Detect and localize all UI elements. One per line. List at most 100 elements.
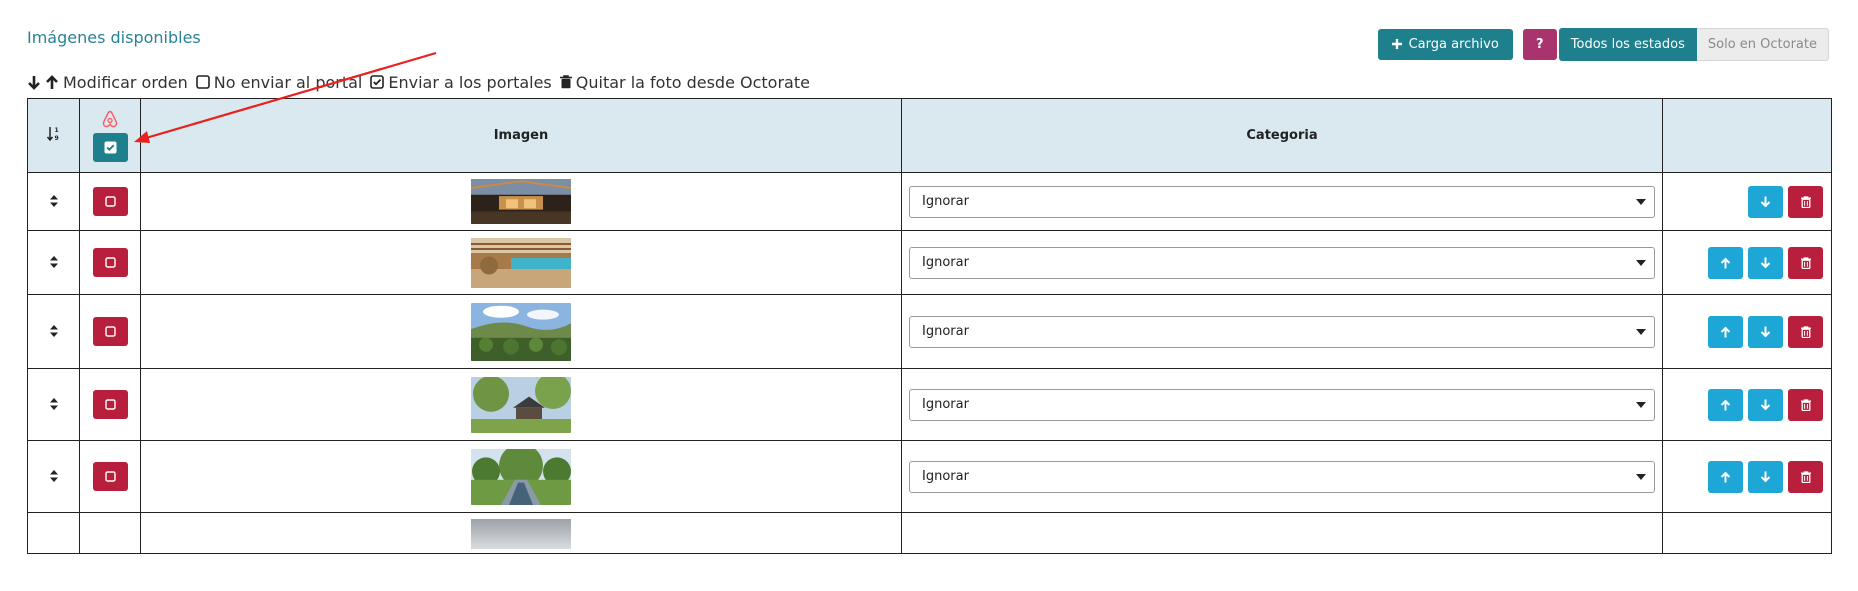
actions-cell (1662, 368, 1832, 441)
actions-cell (1662, 440, 1832, 513)
image-cell (140, 172, 902, 231)
category-cell: Ignorar (901, 294, 1663, 369)
move-up-button[interactable] (1708, 460, 1743, 493)
portal-checkbox-cell (79, 230, 141, 295)
square-icon (104, 399, 116, 410)
delete-photo-button[interactable] (1788, 185, 1823, 218)
arrow-up-icon (1720, 471, 1731, 482)
top-actions: Carga archivo ? Todos los estados Solo e… (1377, 27, 1829, 61)
drag-handle-cell[interactable] (27, 230, 80, 295)
trash-icon (1800, 195, 1811, 208)
legend-order: Modificar orden (27, 73, 188, 92)
legend-order-label: Modificar orden (63, 72, 188, 92)
category-select[interactable]: Ignorar (909, 185, 1655, 218)
move-up-button[interactable] (1708, 388, 1743, 421)
square-icon (104, 326, 116, 337)
image-cell (140, 368, 902, 441)
portal-checkbox[interactable] (92, 462, 128, 491)
category-select[interactable]: Ignorar (909, 246, 1655, 279)
category-select[interactable]: Ignorar (909, 388, 1655, 421)
sort-icon (49, 398, 58, 410)
sort-numeric-icon: 1 9 (46, 126, 58, 142)
move-up-button[interactable] (1708, 246, 1743, 279)
category-select-value: Ignorar (922, 194, 969, 209)
square-icon (195, 75, 210, 89)
thumbnail-rustic-pergola-evening (471, 179, 571, 224)
arrow-down-icon (27, 75, 41, 90)
category-select-value: Ignorar (922, 469, 969, 484)
square-icon (104, 257, 116, 268)
legend-remove-label: Quitar la foto desde Octorate (575, 72, 810, 92)
sort-icon (49, 256, 58, 268)
chevron-down-icon (1636, 198, 1646, 205)
help-button[interactable]: ? (1522, 28, 1557, 60)
airbnb-icon (102, 110, 118, 127)
category-cell: Ignorar (901, 368, 1663, 441)
square-icon (104, 196, 116, 207)
legend: Modificar orden No enviar al portal Envi… (27, 71, 818, 93)
arrow-down-icon (1760, 399, 1771, 410)
move-down-button[interactable] (1748, 185, 1783, 218)
trash-icon (559, 75, 572, 89)
drag-handle-cell[interactable] (27, 294, 80, 369)
actions-column-header (1662, 98, 1832, 173)
portal-checkbox-cell (79, 512, 141, 554)
legend-send: Enviar a los portales (370, 72, 552, 92)
legend-no-send: No enviar al portal (195, 73, 362, 92)
table-row (27, 512, 1832, 554)
arrow-up-icon (1720, 257, 1731, 268)
delete-photo-button[interactable] (1788, 315, 1823, 348)
drag-handle-cell[interactable] (27, 172, 80, 231)
legend-remove: Quitar la foto desde Octorate (559, 72, 810, 92)
actions-cell (1662, 230, 1832, 295)
category-select[interactable]: Ignorar (909, 315, 1655, 348)
sort-header[interactable]: 1 9 (27, 98, 80, 173)
thumbnail-topiary-garden-hills (471, 302, 571, 361)
images-table: 1 9 Imagen Categoria Ignorar Ignorar Ign… (27, 98, 1832, 554)
delete-photo-button[interactable] (1788, 388, 1823, 421)
actions-cell (1662, 512, 1832, 554)
move-down-button[interactable] (1748, 246, 1783, 279)
delete-photo-button[interactable] (1788, 246, 1823, 279)
delete-photo-button[interactable] (1788, 460, 1823, 493)
move-up-button[interactable] (1708, 315, 1743, 348)
move-down-button[interactable] (1748, 315, 1783, 348)
portal-checkbox-cell (79, 368, 141, 441)
image-cell (140, 230, 902, 295)
filter-all-states[interactable]: Todos los estados (1558, 27, 1697, 61)
select-all-checkbox[interactable] (92, 132, 128, 162)
portal-checkbox[interactable] (92, 187, 128, 216)
category-cell: Ignorar (901, 230, 1663, 295)
trash-icon (1800, 325, 1811, 338)
legend-send-label: Enviar a los portales (388, 72, 552, 92)
category-select-value: Ignorar (922, 255, 969, 270)
table-row: Ignorar (27, 172, 1832, 231)
drag-handle-cell[interactable] (27, 512, 80, 554)
trash-icon (1800, 470, 1811, 483)
upload-button[interactable]: Carga archivo (1377, 28, 1513, 60)
plus-icon (1391, 39, 1402, 49)
portal-checkbox[interactable] (92, 390, 128, 419)
move-down-button[interactable] (1748, 460, 1783, 493)
category-select[interactable]: Ignorar (909, 460, 1655, 493)
portal-checkbox-cell (79, 294, 141, 369)
move-down-button[interactable] (1748, 388, 1783, 421)
trash-icon (1800, 256, 1811, 269)
upload-label: Carga archivo (1408, 36, 1499, 52)
svg-text:9: 9 (54, 135, 58, 142)
category-cell (901, 512, 1663, 554)
portal-checkbox[interactable] (92, 317, 128, 346)
portal-select-header (79, 98, 141, 173)
chevron-down-icon (1636, 259, 1646, 266)
arrow-down-icon (1760, 257, 1771, 268)
svg-text:1: 1 (54, 127, 58, 134)
table-row: Ignorar (27, 440, 1832, 513)
page-title: Imágenes disponibles (27, 28, 201, 47)
sort-icon (49, 470, 58, 482)
filter-octorate-only[interactable]: Solo en Octorate (1696, 27, 1829, 61)
portal-checkbox-cell (79, 172, 141, 231)
arrow-down-icon (1760, 471, 1771, 482)
drag-handle-cell[interactable] (27, 368, 80, 441)
drag-handle-cell[interactable] (27, 440, 80, 513)
portal-checkbox[interactable] (92, 248, 128, 277)
